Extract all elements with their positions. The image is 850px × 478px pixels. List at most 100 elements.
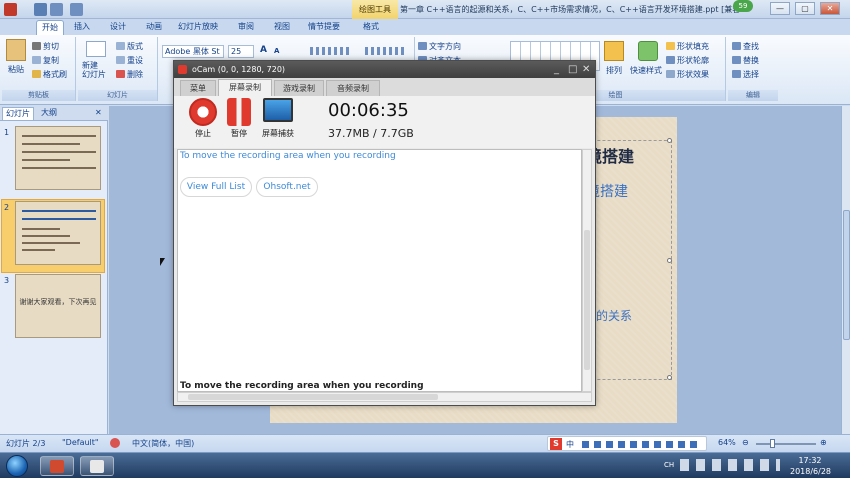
ocam-close-button[interactable]: ✕ bbox=[582, 64, 590, 75]
context-tool-label[interactable]: 绘图工具 bbox=[352, 0, 398, 19]
font-name-select[interactable]: Adobe 黑体 St bbox=[162, 45, 224, 58]
replace-button[interactable]: 替换 bbox=[732, 55, 759, 66]
ocam-hscroll-thumb[interactable] bbox=[188, 394, 438, 400]
slide-thumbnail-3[interactable]: 谢谢大家观看，下次再见 bbox=[15, 274, 101, 338]
main-vertical-scrollbar[interactable] bbox=[841, 106, 850, 434]
shape-effects-button[interactable]: 形状效果 bbox=[666, 69, 709, 80]
effects-icon bbox=[666, 70, 675, 78]
zoom-slider-knob[interactable] bbox=[770, 439, 775, 448]
stop-icon bbox=[189, 98, 217, 126]
zoom-level[interactable]: 64% bbox=[718, 438, 736, 447]
shrink-font-button[interactable]: A bbox=[274, 47, 279, 55]
ime-tool-icons[interactable] bbox=[582, 441, 700, 448]
resize-handle[interactable] bbox=[667, 138, 672, 143]
ocam-minimize-button[interactable]: _ bbox=[554, 64, 559, 75]
ocam-tab-screen-record[interactable]: 屏幕录制 bbox=[218, 79, 272, 96]
ocam-maximize-button[interactable]: □ bbox=[568, 64, 577, 75]
spellcheck-icon[interactable] bbox=[110, 438, 120, 448]
office-button-icon[interactable] bbox=[4, 3, 17, 16]
taskbar-ocam[interactable] bbox=[80, 456, 114, 476]
scroll-thumb[interactable] bbox=[843, 210, 850, 340]
replace-icon bbox=[732, 56, 741, 64]
zoom-in-icon[interactable]: ⊕ bbox=[820, 438, 827, 447]
recording-size: 37.7MB / 7.7GB bbox=[328, 127, 414, 140]
close-panel-icon[interactable]: ✕ bbox=[92, 107, 105, 120]
clock[interactable]: 17:32 2018/6/28 bbox=[790, 455, 832, 477]
new-slide-button[interactable]: 新建 幻灯片 bbox=[82, 61, 106, 79]
tab-design[interactable]: 设计 bbox=[104, 20, 132, 35]
tab-slides[interactable]: 幻灯片 bbox=[2, 107, 34, 120]
resize-handle[interactable] bbox=[667, 258, 672, 263]
tab-storyboard[interactable]: 情节提要 bbox=[304, 20, 344, 35]
ocam-titlebar[interactable]: oCam (0, 0, 1280, 720) _ □ ✕ bbox=[174, 61, 595, 78]
quick-styles-icon[interactable] bbox=[638, 41, 658, 61]
ocam-tab-audio-record[interactable]: 音频录制 bbox=[326, 80, 380, 96]
copy-button[interactable]: 复制 bbox=[32, 55, 59, 66]
tray-icons[interactable] bbox=[680, 459, 780, 471]
find-button[interactable]: 查找 bbox=[732, 41, 759, 52]
undo-icon[interactable] bbox=[50, 3, 63, 16]
arrange-icon[interactable] bbox=[604, 41, 624, 61]
slide-thumbnail-2[interactable] bbox=[15, 201, 101, 265]
view-full-list-button[interactable]: View Full List bbox=[180, 177, 252, 197]
tab-slideshow[interactable]: 幻灯片放映 bbox=[174, 20, 222, 35]
quick-styles-button[interactable]: 快速样式 bbox=[630, 65, 662, 76]
start-button[interactable] bbox=[6, 455, 28, 477]
indent-icon[interactable] bbox=[365, 47, 405, 55]
grow-font-button[interactable]: A bbox=[260, 45, 267, 55]
resize-handle[interactable] bbox=[667, 375, 672, 380]
minimize-button[interactable]: — bbox=[770, 2, 790, 15]
ocam-content: To move the recording area when you reco… bbox=[177, 149, 582, 392]
shape-fill-button[interactable]: 形状填充 bbox=[666, 41, 709, 52]
taskbar-powerpoint[interactable] bbox=[40, 456, 74, 476]
stop-button[interactable]: 停止 bbox=[188, 98, 218, 139]
layout-button[interactable]: 版式 bbox=[116, 41, 143, 52]
paste-icon[interactable] bbox=[6, 39, 26, 61]
ocam-scroll-thumb[interactable] bbox=[584, 230, 590, 370]
ime-mode[interactable]: 中 bbox=[566, 439, 574, 450]
tip-line-top[interactable]: To move the recording area when you reco… bbox=[180, 151, 396, 161]
cut-button[interactable]: 剪切 bbox=[32, 41, 59, 52]
sogou-ime-icon[interactable]: S bbox=[550, 438, 562, 450]
screenshot-button[interactable]: 屏幕捕获 bbox=[260, 98, 296, 139]
redo-icon[interactable] bbox=[70, 3, 83, 16]
save-icon[interactable] bbox=[34, 3, 47, 16]
tab-animation[interactable]: 动画 bbox=[140, 20, 168, 35]
maximize-button[interactable]: ▢ bbox=[795, 2, 815, 15]
tray-language[interactable]: CH bbox=[664, 461, 674, 469]
pause-button[interactable]: 暂停 bbox=[224, 98, 254, 139]
ocam-tab-menu[interactable]: 菜单 bbox=[180, 80, 216, 96]
ocam-vertical-scrollbar[interactable] bbox=[582, 149, 592, 392]
slide-3-text: 谢谢大家观看，下次再见 bbox=[19, 298, 97, 306]
outline-icon bbox=[666, 56, 675, 64]
select-button[interactable]: 选择 bbox=[732, 69, 759, 80]
clock-date: 2018/6/28 bbox=[790, 467, 832, 476]
format-painter-button[interactable]: 格式刷 bbox=[32, 69, 67, 80]
tab-home[interactable]: 开始 bbox=[36, 20, 64, 35]
tab-format[interactable]: 格式 bbox=[356, 20, 386, 35]
zoom-slider[interactable] bbox=[756, 443, 816, 445]
ocam-horizontal-scrollbar[interactable] bbox=[177, 392, 592, 402]
text-direction-button[interactable]: 文字方向 bbox=[418, 41, 461, 52]
shape-outline-button[interactable]: 形状轮廓 bbox=[666, 55, 709, 66]
tab-insert[interactable]: 插入 bbox=[68, 20, 96, 35]
tab-review[interactable]: 审阅 bbox=[232, 20, 260, 35]
paste-button[interactable]: 粘贴 bbox=[8, 64, 24, 75]
ocam-tab-game-record[interactable]: 游戏录制 bbox=[274, 80, 324, 96]
ime-toolbar[interactable]: S 中 bbox=[547, 436, 707, 451]
zoom-out-icon[interactable]: ⊖ bbox=[742, 438, 749, 447]
language-indicator: 中文(简体，中国) bbox=[132, 439, 195, 448]
editing-group: 查找 替换 选择 编辑 bbox=[728, 37, 778, 101]
new-slide-icon[interactable] bbox=[86, 41, 106, 57]
close-button[interactable]: ✕ bbox=[820, 2, 840, 15]
bullets-icon[interactable] bbox=[310, 47, 350, 55]
ohsoft-link[interactable]: Ohsoft.net bbox=[256, 177, 318, 197]
tab-view[interactable]: 视图 bbox=[268, 20, 296, 35]
slide-thumbnail-1[interactable] bbox=[15, 126, 101, 190]
reset-button[interactable]: 重设 bbox=[116, 55, 143, 66]
arrange-button[interactable]: 排列 bbox=[606, 65, 622, 76]
delete-slide-button[interactable]: 删除 bbox=[116, 69, 143, 80]
recording-timer: 00:06:35 bbox=[328, 100, 409, 121]
font-size-select[interactable]: 25 bbox=[228, 45, 254, 58]
tab-outline[interactable]: 大纲 bbox=[38, 107, 60, 120]
